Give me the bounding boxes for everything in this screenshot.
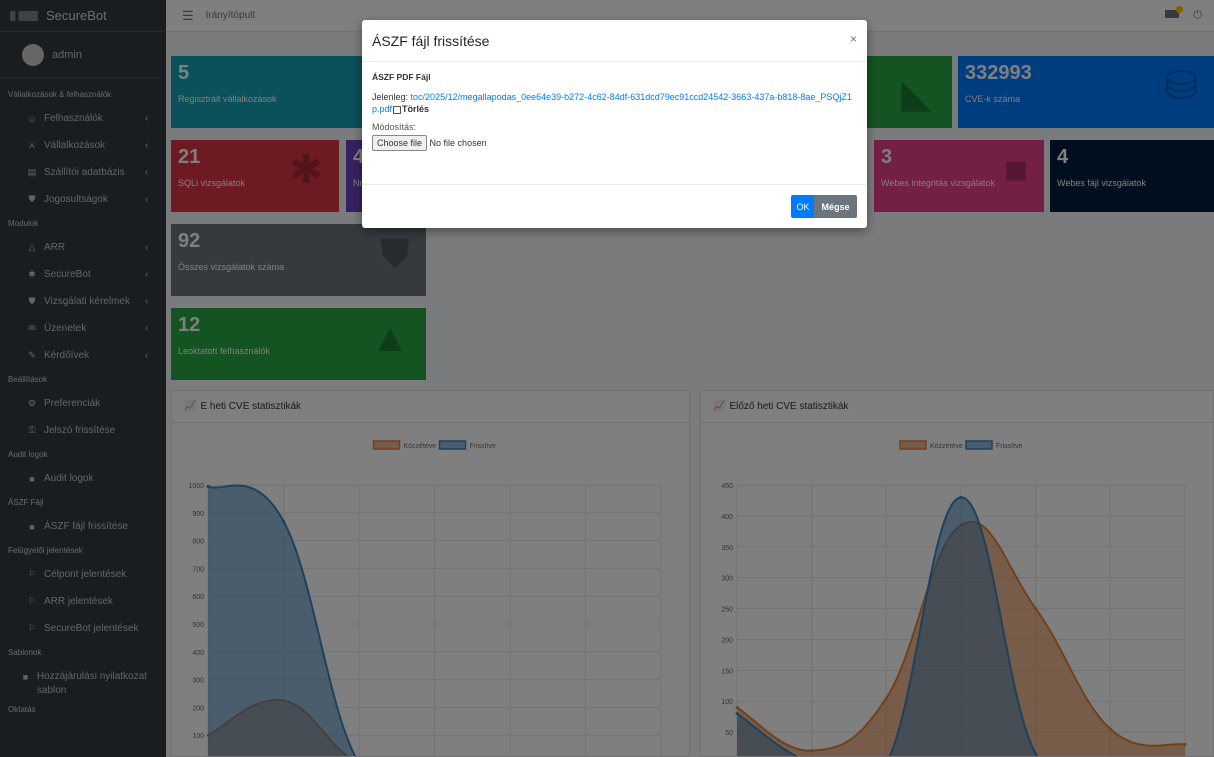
field-title: ÁSZF PDF Fájl <box>372 72 431 82</box>
close-icon[interactable]: × <box>850 32 857 46</box>
choose-file-button[interactable]: Choose file <box>372 135 428 151</box>
current-file-link[interactable]: toc/2025/12/megallapodas_0ee64e39-b272-4… <box>372 92 852 114</box>
delete-label: Törlés <box>402 104 430 114</box>
modal-title: ÁSZF fájl frissítése <box>372 32 490 49</box>
current-label: Jelenleg: <box>372 92 409 102</box>
change-label: Módosítás: <box>372 122 417 132</box>
cancel-button[interactable]: Mégse <box>814 195 857 218</box>
toc-update-modal: ÁSZF fájl frissítése × ÁSZF PDF Fájl Jel… <box>362 20 867 228</box>
no-file-text: No file chosen <box>429 138 487 148</box>
delete-checkbox[interactable] <box>393 105 402 114</box>
ok-button[interactable]: OK <box>791 195 815 218</box>
